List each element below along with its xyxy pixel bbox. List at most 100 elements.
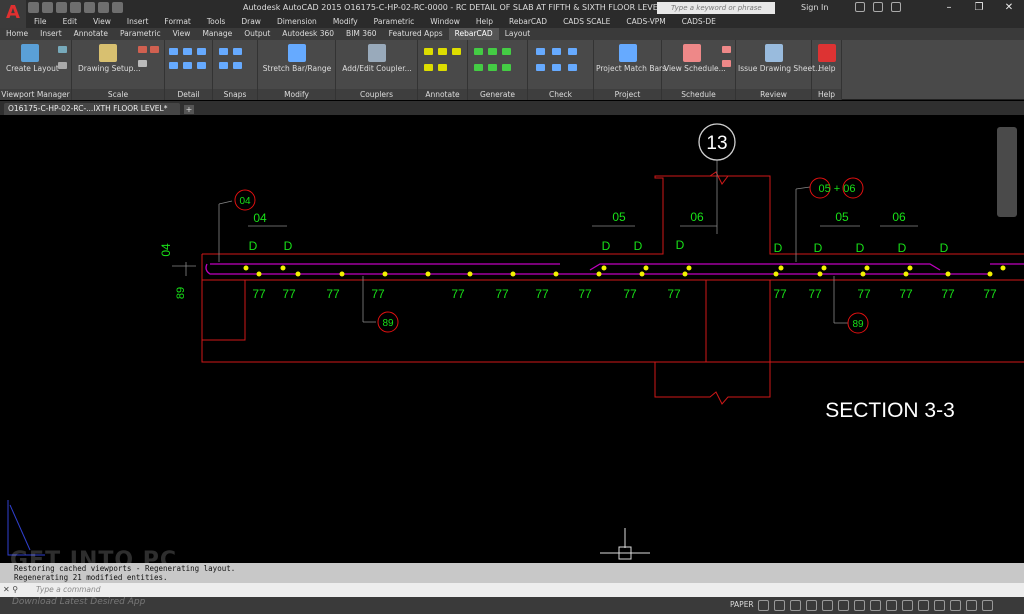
detail-6-icon[interactable]	[197, 62, 206, 69]
close-button[interactable]: ✕	[994, 0, 1024, 16]
detail-2-icon[interactable]	[183, 48, 192, 55]
menu-cads-de[interactable]: CADS-DE	[674, 16, 724, 28]
tab-rebarcad[interactable]: RebarCAD	[448, 28, 499, 40]
autocad-logo-icon[interactable]: A	[0, 0, 26, 28]
isolate-objects-icon[interactable]	[934, 600, 945, 611]
workspace-icon[interactable]	[918, 600, 929, 611]
create-layout-button[interactable]: Create Layout	[6, 44, 59, 73]
schedule-2-icon[interactable]	[722, 46, 731, 53]
tab-home[interactable]: Home	[0, 28, 34, 40]
scale-3-icon[interactable]	[138, 60, 147, 67]
viewport-scale-icon[interactable]	[58, 62, 67, 69]
annotate-2-icon[interactable]	[438, 48, 447, 55]
menu-edit[interactable]: Edit	[55, 16, 86, 28]
menu-rebarcad[interactable]: RebarCAD	[501, 16, 555, 28]
tab-annotate[interactable]: Annotate	[68, 28, 114, 40]
tab-bim-360[interactable]: BIM 360	[340, 28, 383, 40]
check-5-icon[interactable]	[552, 64, 561, 71]
stretch-bar-button[interactable]: Stretch Bar/Range	[262, 44, 332, 73]
ortho-icon[interactable]	[790, 600, 801, 611]
menu-parametric[interactable]: Parametric	[366, 16, 423, 28]
tab-layout[interactable]: Layout	[499, 28, 537, 40]
restore-button[interactable]: ❐	[964, 0, 994, 16]
check-2-icon[interactable]	[552, 48, 561, 55]
paper-space-toggle[interactable]: PAPER	[730, 600, 754, 609]
menu-dimension[interactable]: Dimension	[269, 16, 325, 28]
customization-icon[interactable]	[982, 600, 993, 611]
scale-2-icon[interactable]	[150, 46, 159, 53]
tab-view[interactable]: View	[167, 28, 197, 40]
menu-format[interactable]: Format	[156, 16, 198, 28]
project-match-bars-button[interactable]: Project Match Bars	[596, 44, 666, 73]
add-edit-coupler-button[interactable]: Add/Edit Coupler...	[340, 44, 414, 73]
snap-2-icon[interactable]	[233, 48, 242, 55]
transparency-icon[interactable]	[870, 600, 881, 611]
tab-featured-apps[interactable]: Featured Apps	[383, 28, 449, 40]
drawing-setup-button[interactable]: Drawing Setup...	[78, 44, 141, 73]
redo-icon[interactable]	[112, 2, 123, 13]
minimize-button[interactable]: –	[934, 0, 964, 16]
menu-cads-scale[interactable]: CADS SCALE	[555, 16, 618, 28]
detail-3-icon[interactable]	[197, 48, 206, 55]
generate-icon[interactable]	[474, 48, 483, 55]
snap-4-icon[interactable]	[233, 62, 242, 69]
clean-screen-icon[interactable]	[966, 600, 977, 611]
menu-window[interactable]: Window	[422, 16, 468, 28]
generate-6-icon[interactable]	[502, 64, 511, 71]
polar-icon[interactable]	[806, 600, 817, 611]
menu-modify[interactable]: Modify	[325, 16, 366, 28]
annotate-3-icon[interactable]	[452, 48, 461, 55]
menu-insert[interactable]: Insert	[119, 16, 157, 28]
selection-cycling-icon[interactable]	[886, 600, 897, 611]
generate-2-icon[interactable]	[488, 48, 497, 55]
annotation-scale-icon[interactable]	[902, 600, 913, 611]
annotate-icon[interactable]	[424, 48, 433, 55]
check-6-icon[interactable]	[568, 64, 577, 71]
menu-draw[interactable]: Draw	[233, 16, 269, 28]
snap-3-icon[interactable]	[219, 62, 228, 69]
menu-help[interactable]: Help	[468, 16, 501, 28]
otrack-icon[interactable]	[838, 600, 849, 611]
autodesk-360-icon[interactable]	[873, 2, 883, 12]
menu-tools[interactable]: Tools	[199, 16, 233, 28]
tab-parametric[interactable]: Parametric	[114, 28, 167, 40]
undo-icon[interactable]	[98, 2, 109, 13]
check-icon[interactable]	[536, 48, 545, 55]
plot-icon[interactable]	[84, 2, 95, 13]
new-tab-button[interactable]: +	[184, 105, 194, 114]
open-icon[interactable]	[42, 2, 53, 13]
help-button[interactable]: Help	[816, 44, 838, 73]
osnap-icon[interactable]	[822, 600, 833, 611]
detail-icon[interactable]	[169, 48, 178, 55]
hardware-acceleration-icon[interactable]	[950, 600, 961, 611]
grid-icon[interactable]	[758, 600, 769, 611]
search-input[interactable]: Type a keyword or phrase	[657, 2, 775, 14]
new-icon[interactable]	[28, 2, 39, 13]
snap-icon[interactable]	[219, 48, 228, 55]
tab-document[interactable]: O16175-C-HP-02-RC-...IXTH FLOOR LEVEL*	[4, 103, 180, 115]
generate-3-icon[interactable]	[502, 48, 511, 55]
issue-drawing-sheet-button[interactable]: Issue Drawing Sheet...	[738, 44, 822, 73]
view-schedule-button[interactable]: View Schedule...	[664, 44, 726, 73]
snap-mode-icon[interactable]	[774, 600, 785, 611]
generate-5-icon[interactable]	[488, 64, 497, 71]
detail-4-icon[interactable]	[169, 62, 178, 69]
menu-file[interactable]: File	[26, 16, 55, 28]
scale-icon[interactable]	[138, 46, 147, 53]
schedule-3-icon[interactable]	[722, 60, 731, 67]
detail-5-icon[interactable]	[183, 62, 192, 69]
sign-in-button[interactable]: Sign In	[801, 3, 828, 12]
close-command-icon[interactable]: ✕ ⚲	[3, 583, 18, 597]
check-3-icon[interactable]	[568, 48, 577, 55]
tab-autodesk-360[interactable]: Autodesk 360	[276, 28, 340, 40]
tab-output[interactable]: Output	[238, 28, 276, 40]
annotate-4-icon[interactable]	[424, 64, 433, 71]
tab-manage[interactable]: Manage	[196, 28, 238, 40]
menu-cads-vpm[interactable]: CADS-VPM	[618, 16, 673, 28]
check-4-icon[interactable]	[536, 64, 545, 71]
save-icon[interactable]	[56, 2, 67, 13]
menu-view[interactable]: View	[85, 16, 119, 28]
navigation-bar[interactable]	[997, 127, 1017, 217]
exchange-icon[interactable]	[855, 2, 865, 12]
lineweight-icon[interactable]	[854, 600, 865, 611]
